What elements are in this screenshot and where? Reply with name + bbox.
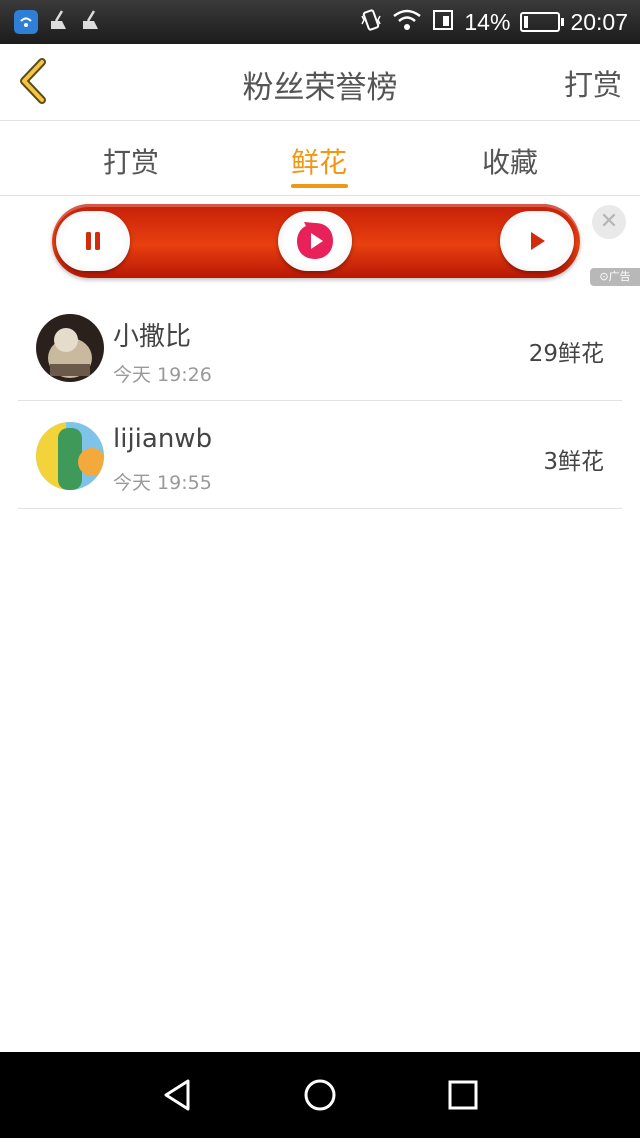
flower-count: 3鲜花 [543, 449, 604, 475]
play-button[interactable] [500, 211, 574, 271]
nav-recents-button[interactable] [445, 1077, 481, 1113]
pause-button[interactable] [56, 211, 130, 271]
ad-tag-text: 广告 [608, 270, 631, 283]
reward-button[interactable]: 打赏 [564, 62, 622, 104]
home-circle-icon [304, 1079, 336, 1111]
ad-label: ⊙广告 [590, 268, 640, 286]
notification-icons [14, 9, 102, 35]
list-item[interactable]: 小撒比 今天 19:26 29鲜花 [18, 292, 622, 401]
cleaner-icon [80, 9, 102, 35]
wifi-icon [392, 9, 422, 35]
clock: 20:07 [570, 8, 628, 35]
nav-back-button[interactable] [160, 1077, 196, 1113]
page-title: 粉丝荣誉榜 [242, 70, 398, 106]
vibrate-icon [360, 8, 382, 36]
avatar [36, 314, 104, 382]
user-name: 小撒比 [113, 322, 192, 352]
back-triangle-icon [164, 1079, 190, 1111]
video-logo-icon [297, 222, 333, 259]
timestamp: 今天 19:55 [113, 472, 212, 494]
tab-reward[interactable]: 打赏 [103, 141, 159, 181]
list-item[interactable]: lijianwb 今天 19:55 3鲜花 [18, 400, 622, 509]
ad-tag-icon: ⊙ [599, 270, 609, 283]
cleaner-icon [48, 9, 70, 35]
timestamp: 今天 19:26 [113, 364, 212, 386]
recents-square-icon [448, 1080, 478, 1110]
flower-count: 29鲜花 [528, 341, 604, 367]
battery-fill [524, 16, 529, 28]
video-logo-button[interactable] [278, 211, 352, 271]
battery-percent: 14% [464, 8, 511, 35]
tab-favorites[interactable]: 收藏 [482, 141, 538, 181]
close-icon: ✕ [599, 209, 619, 234]
pause-icon [86, 232, 100, 250]
active-tab-indicator [291, 184, 348, 188]
status-bar: 14% 20:07 [0, 0, 640, 44]
close-ad-button[interactable]: ✕ [592, 205, 626, 239]
system-nav-bar [0, 1052, 640, 1138]
app-header: 粉丝荣誉榜 打赏 [0, 44, 640, 121]
tab-flowers[interactable]: 鲜花 [291, 141, 347, 181]
sim-icon [432, 9, 454, 35]
battery-icon [520, 12, 565, 32]
nav-home-button[interactable] [302, 1077, 338, 1113]
user-name: lijianwb [113, 424, 213, 454]
wifi-app-icon [14, 10, 38, 34]
ad-banner[interactable] [52, 204, 580, 278]
avatar [36, 422, 104, 490]
play-icon [531, 232, 545, 250]
